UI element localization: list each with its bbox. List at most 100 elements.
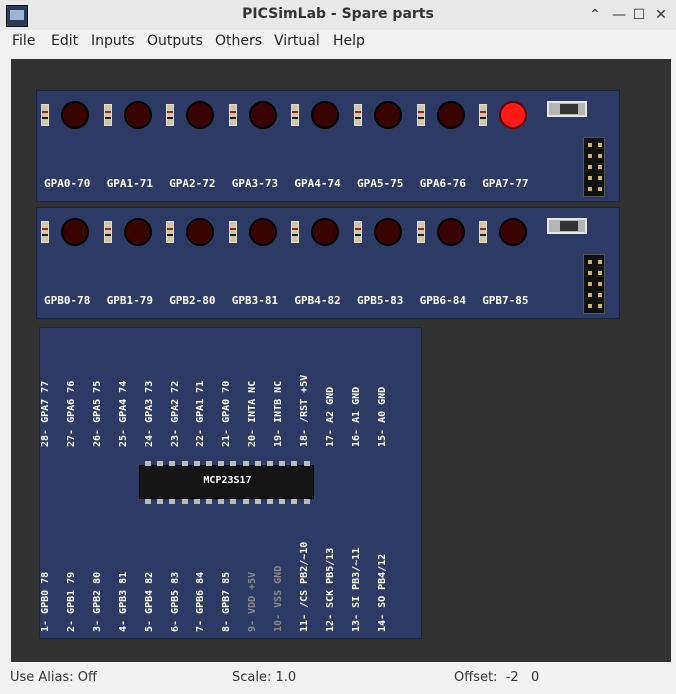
led-indicator: [436, 218, 465, 246]
chip-leg: [181, 461, 188, 466]
menu-virtual[interactable]: Virtual: [274, 33, 320, 49]
chip-leg: [206, 499, 212, 504]
led-label: GPB5-83: [357, 294, 404, 307]
resistor: [354, 221, 362, 243]
led-label: GPA0-70: [44, 177, 91, 190]
chip-pin-text: 9- VDD +5V: [247, 571, 259, 632]
led-label: GPB3-81: [231, 294, 279, 307]
chip-pin-text: 28- GPA7 77: [40, 380, 51, 447]
chip-pin-label: 5- GPB4 82: [144, 535, 169, 632]
title-bar: PICSimLab - Spare parts ⌃ — ☐ ✕: [0, 0, 676, 31]
menu-bar: File Edit Inputs Outputs Others Virtual …: [0, 30, 676, 54]
minimize-button[interactable]: —: [609, 5, 629, 25]
chip-pin-label: 21- GPA0 70: [221, 355, 246, 447]
chip-pin-label: 26- GPA5 75: [92, 355, 117, 447]
header-pin: [588, 293, 592, 297]
chip-pin-text: 11- /CS PB2/~10: [299, 541, 310, 632]
chip-pin-text: 5- GPB4 82: [143, 571, 155, 632]
header-pin: [598, 187, 602, 191]
chip-pin-label: 16- A1 GND: [351, 355, 376, 447]
resistor: [166, 221, 175, 243]
chip-leg: [193, 461, 200, 466]
chip-pin-text: 18- /RST +5V: [299, 374, 310, 447]
header-pin: [598, 271, 602, 275]
menu-help[interactable]: Help: [333, 33, 365, 49]
led-bar-board-a[interactable]: GPA0-70 GPA1-71 GPA2-72 GPA3-73 GPA4-74 GPA5-…: [36, 90, 620, 202]
chip-leg: [230, 461, 237, 466]
menu-outputs[interactable]: Outputs: [147, 33, 203, 49]
header-pin: [588, 282, 592, 286]
status-alias: Use Alias: Off: [10, 670, 97, 685]
chip-pin-text: 25- GPA4 74: [117, 380, 129, 447]
chip-pin-text: 12- SCK PB5/13: [324, 547, 336, 632]
chip-leg: [157, 461, 164, 466]
led-label: GPB2-80: [169, 294, 216, 307]
chip-leg: [218, 461, 225, 466]
resistor: [291, 221, 300, 243]
chip-pin-label: 4- GPB3 81: [118, 535, 143, 632]
menu-inputs[interactable]: Inputs: [91, 33, 135, 49]
chip-pin-text: 2- GPB1 79: [65, 571, 77, 632]
header-pin: [598, 176, 602, 180]
header-pin: [598, 282, 602, 286]
chip-pin-text: 3- GPB2 80: [91, 571, 103, 632]
chip-pin-label: 9- VDD +5V: [247, 535, 272, 632]
resistor: [103, 104, 112, 126]
led-label: GPB6-84: [419, 294, 466, 307]
led-label: GPA6-76: [419, 177, 466, 190]
led-indicator: [61, 218, 89, 246]
led-indicator: [311, 218, 340, 246]
led-indicator: [123, 218, 152, 246]
chip-pin-text: 6- GPB5 83: [169, 571, 181, 632]
led-indicator: [499, 218, 528, 246]
header-pin: [598, 293, 602, 297]
menu-edit[interactable]: Edit: [51, 33, 78, 49]
chip-pin-text: 16- A1 GND: [350, 386, 362, 447]
chip-leg: [169, 499, 176, 504]
chip-pin-label: 13- SI PB3/~11: [351, 535, 376, 632]
toggle-switch[interactable]: [547, 101, 587, 117]
chip-pin-text: 10- VSS GND: [273, 565, 285, 632]
led-indicator: [499, 101, 528, 129]
chip-pin-label: 11- /CS PB2/~10: [299, 535, 324, 632]
maximize-button[interactable]: ☐: [629, 5, 649, 25]
chip-leg: [193, 499, 200, 504]
chip-pin-label: 12- SCK PB5/13: [325, 535, 350, 632]
chip-leg: [157, 499, 164, 504]
mcp23s17-chip[interactable]: MCP23S17: [139, 461, 314, 504]
chip-pin-label: 6- GPB5 83: [170, 535, 195, 632]
chip-pin-label: 28- GPA7 77: [40, 355, 65, 447]
chip-pin-label: 22- GPA1 71: [195, 355, 220, 447]
chip-leg: [206, 461, 212, 466]
header-pin: [598, 154, 602, 158]
chevron-up-icon[interactable]: ⌃: [585, 5, 605, 25]
chip-leg: [303, 499, 310, 504]
header-pin: [598, 304, 602, 308]
led-label: GPA1-71: [106, 177, 153, 190]
chip-leg: [291, 499, 298, 504]
chip-leg: [254, 461, 261, 466]
chip-pin-text: 27- GPA6 76: [65, 380, 77, 447]
led-bar-board-b[interactable]: GPB0-78 GPB1-79 GPB2-80 GPB3-81 GPB4-82 GPB5-…: [36, 207, 620, 319]
chip-pin-label: 15- A0 GND: [377, 355, 402, 447]
led-label: GPB0-78: [44, 294, 91, 307]
menu-file[interactable]: File: [12, 33, 35, 49]
header-pin: [588, 143, 592, 147]
header-pin: [588, 260, 592, 264]
menu-others[interactable]: Others: [215, 33, 262, 49]
status-bar: Use Alias: Off Scale: 1.0 Offset: -2 0: [0, 666, 676, 694]
chip-pin-label: 3- GPB2 80: [92, 535, 117, 632]
led-label: GPA2-72: [169, 177, 216, 190]
status-offset: Offset: -2 0: [454, 670, 540, 685]
resistor: [103, 221, 112, 243]
chip-pin-label: 14- SO PB4/12: [377, 535, 402, 632]
resistor: [228, 104, 237, 126]
led-indicator: [123, 101, 152, 129]
chip-leg: [242, 461, 249, 466]
led-indicator: [311, 101, 340, 129]
close-button[interactable]: ✕: [651, 5, 671, 25]
resistor: [479, 221, 488, 243]
toggle-switch[interactable]: [547, 218, 587, 234]
chip-leg: [145, 461, 151, 466]
resistor: [416, 221, 425, 243]
